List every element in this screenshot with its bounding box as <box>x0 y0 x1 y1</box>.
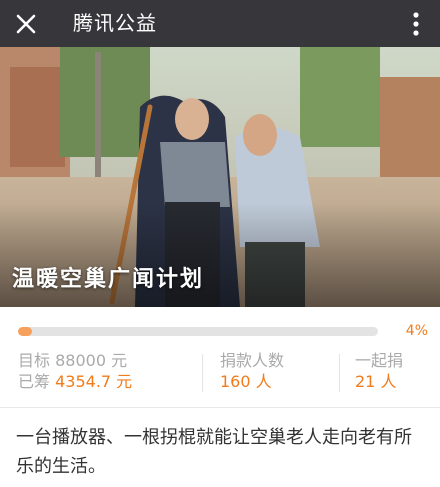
divider <box>0 407 440 408</box>
target-label: 目标 <box>18 351 51 370</box>
donors-label: 捐款人数 <box>220 351 285 370</box>
progress-bar-fill <box>18 327 33 336</box>
stat-target-raised: 目标 88000 元 已筹 4354.7 元 <box>18 350 132 396</box>
together-value: 21 人 <box>355 372 397 391</box>
more-vertical-icon[interactable] <box>406 8 426 40</box>
project-description: 一台播放器、一根拐棍就能让空巢老人走向老有所乐的生活。 <box>16 427 412 477</box>
divider <box>339 354 340 392</box>
target-value: 88000 元 <box>55 351 128 370</box>
close-icon[interactable] <box>10 8 42 40</box>
progress-percent: 4% <box>405 323 428 339</box>
divider <box>202 354 203 392</box>
raised-label: 已筹 <box>18 372 51 391</box>
progress-bar <box>18 327 378 336</box>
donors-value: 160 人 <box>220 372 272 391</box>
raised-value: 4354.7 元 <box>55 372 133 391</box>
hero-title: 温暖空巢广闻计划 <box>12 267 205 292</box>
page-title: 腾讯公益 <box>73 11 157 35</box>
stats-row: 目标 88000 元 已筹 4354.7 元 捐款人数 160 人 一起捐 21… <box>0 350 440 396</box>
hero-image: 温暖空巢广闻计划 <box>0 47 440 307</box>
stat-together[interactable]: 一起捐 21 人 <box>355 350 403 396</box>
top-nav-bar: 腾讯公益 <box>0 0 440 47</box>
together-label: 一起捐 <box>355 351 404 370</box>
stat-donors: 捐款人数 160 人 <box>220 350 284 396</box>
